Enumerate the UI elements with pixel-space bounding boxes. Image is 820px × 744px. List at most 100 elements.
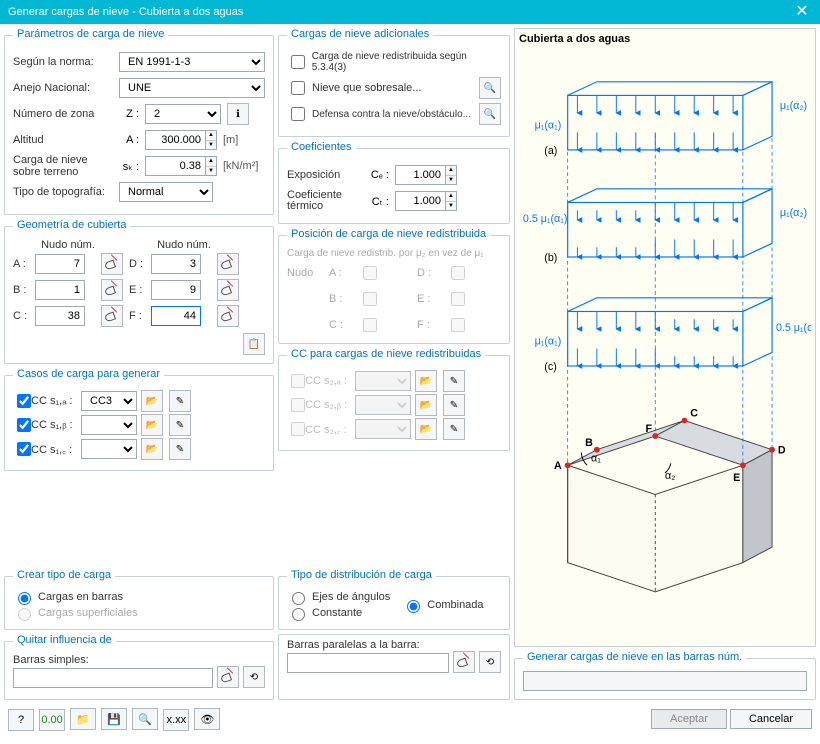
geom-legend: Geometría de cubierta — [13, 219, 130, 233]
coef-th-input[interactable] — [395, 191, 445, 211]
cc2-b-lbl: CC s₂,ᵦ : — [305, 399, 351, 411]
zoom-icon[interactable]: 🔍 — [132, 708, 158, 730]
diagram-svg: μ₁(α₁) μ₁(α₂) (a) 0.5 μ₁(α₁) — [519, 49, 811, 609]
addl-overhang-icon[interactable]: 🔍 — [479, 77, 501, 99]
cc2-b-chk — [291, 398, 305, 412]
alt-label: Altitud — [13, 134, 109, 146]
cc-b-lbl: CC s₁,ᵦ : — [31, 419, 77, 431]
view-icon[interactable]: 👁 — [194, 708, 220, 730]
svg-text:α₁: α₁ — [591, 452, 601, 464]
ctype-bars-radio[interactable] — [18, 592, 31, 605]
cc-a-open-icon[interactable]: 📂 — [141, 390, 163, 412]
node-hdr-1: Nudo núm. — [13, 239, 123, 251]
cc-c-open-icon[interactable]: 📂 — [141, 438, 163, 460]
remove-simple-lbl: Barras simples: — [13, 654, 265, 666]
cc2-a-edit-icon: ✎ — [443, 370, 465, 392]
geom-D-pick[interactable] — [217, 253, 239, 275]
dist-const-radio[interactable] — [292, 608, 305, 621]
cc-c-edit-icon[interactable]: ✎ — [169, 438, 191, 460]
addl-legend: Cargas de nieve adicionales — [287, 28, 433, 42]
terrain-input[interactable] — [145, 156, 205, 176]
geom-apply-icon[interactable]: 📋 — [243, 333, 265, 355]
svg-text:(b): (b) — [544, 252, 557, 264]
ok-button[interactable]: Aceptar — [651, 709, 727, 729]
cc-b-sel[interactable] — [81, 415, 137, 435]
dist-comb-radio[interactable] — [407, 600, 420, 613]
remove-simple-input[interactable] — [13, 668, 213, 688]
remove-group: Quitar influencia de Barras simples: ⟲ — [4, 634, 274, 700]
addl-overhang-chk[interactable] — [291, 81, 305, 95]
gen-bars-group: Generar cargas de nieve en las barras nú… — [514, 651, 816, 700]
terrain-label: Carga de nieve sobre terreno — [13, 154, 109, 178]
cc2-a-lbl: CC s₂,ₐ : — [305, 375, 351, 387]
cc2-a-chk — [291, 374, 305, 388]
geom-D-input[interactable] — [151, 254, 201, 274]
geom-F-pick[interactable] — [217, 305, 239, 327]
annex-label: Anejo Nacional: — [13, 82, 113, 94]
cancel-button[interactable]: Cancelar — [730, 709, 812, 729]
zone-info-icon[interactable]: ℹ — [227, 103, 249, 125]
geom-F-input[interactable] — [151, 306, 201, 326]
coef-th-spin[interactable]: ▲▼ — [445, 191, 457, 211]
addl-overhang-lbl: Nieve que sobresale... — [312, 82, 421, 94]
remove-simple-pick-icon[interactable] — [217, 666, 239, 688]
params-legend: Parámetros de carga de nieve — [13, 28, 168, 42]
geom-E-input[interactable] — [151, 280, 201, 300]
cc-b-open-icon[interactable]: 📂 — [141, 414, 163, 436]
terrain-spin[interactable]: ▲▼ — [205, 156, 217, 176]
geom-C-lbl: C : — [13, 310, 29, 322]
geom-A-pick[interactable] — [101, 253, 123, 275]
prec-icon[interactable]: x.xx — [163, 709, 189, 731]
geom-A-input[interactable] — [35, 254, 85, 274]
zone-select[interactable]: 2 — [145, 104, 221, 124]
geom-C-pick[interactable] — [101, 305, 123, 327]
terrain-sym: sₖ : — [115, 160, 139, 173]
addl-redist-chk[interactable] — [291, 55, 305, 69]
cc-a-edit-icon[interactable]: ✎ — [169, 390, 191, 412]
coef-legend: Coeficientes — [287, 141, 356, 155]
svg-text:0.5 μ₁(α₁): 0.5 μ₁(α₁) — [523, 213, 568, 225]
dist-legend: Tipo de distribución de carga — [287, 569, 436, 583]
help-icon[interactable]: ? — [8, 709, 34, 731]
addl-guard-chk[interactable] — [291, 107, 305, 121]
remove-parallel-clear-icon[interactable]: ⟲ — [479, 651, 501, 673]
node-hdr-2: Nudo núm. — [129, 239, 239, 251]
cc-a-chk[interactable] — [17, 394, 31, 408]
alt-spin[interactable]: ▲▼ — [205, 130, 217, 150]
cc-b-edit-icon[interactable]: ✎ — [169, 414, 191, 436]
geom-C-input[interactable] — [35, 306, 85, 326]
cc-c-chk[interactable] — [17, 442, 31, 456]
cc-c-sel[interactable] — [81, 439, 137, 459]
annex-select[interactable]: UNE — [119, 78, 265, 98]
geom-B-pick[interactable] — [101, 279, 123, 301]
pos-node-lbl: Nudo — [287, 267, 323, 279]
norm-select[interactable]: EN 1991-1-3 — [119, 52, 265, 72]
cc2-a-sel — [355, 371, 411, 391]
pos-E-lbl: E : — [417, 293, 441, 305]
units-icon[interactable]: 0.00 — [39, 709, 65, 731]
alt-input[interactable] — [145, 130, 205, 150]
remove2-group: Barras paralelas a la barra: ⟲ — [278, 634, 510, 700]
topo-select[interactable]: Normal — [119, 182, 213, 202]
remove-simple-clear-icon[interactable]: ⟲ — [243, 666, 265, 688]
cc2-b-edit-icon: ✎ — [443, 394, 465, 416]
ctype-group: Crear tipo de carga Cargas en barras Car… — [4, 569, 274, 630]
remove-parallel-input[interactable] — [287, 653, 449, 673]
coef-exp-input[interactable] — [395, 165, 445, 185]
addl-guard-icon[interactable]: 🔍 — [479, 103, 501, 125]
open-icon[interactable]: 📁 — [70, 708, 96, 730]
coef-th-sym: Cₜ : — [359, 195, 389, 208]
close-icon[interactable]: ✕ — [792, 0, 812, 24]
coef-exp-spin[interactable]: ▲▼ — [445, 165, 457, 185]
save-icon[interactable]: 💾 — [101, 708, 127, 730]
terrain-unit: [kN/m²] — [223, 160, 258, 172]
geom-B-input[interactable] — [35, 280, 85, 300]
cc-b-chk[interactable] — [17, 418, 31, 432]
dist-axes-radio[interactable] — [292, 592, 305, 605]
pos-A-lbl: A : — [329, 267, 353, 279]
remove-parallel-pick-icon[interactable] — [453, 651, 475, 673]
cc2-c-open-icon: 📂 — [415, 418, 437, 440]
geom-E-pick[interactable] — [217, 279, 239, 301]
cc-a-sel[interactable]: CC3 — [81, 391, 137, 411]
remove-legend: Quitar influencia de — [13, 634, 116, 648]
